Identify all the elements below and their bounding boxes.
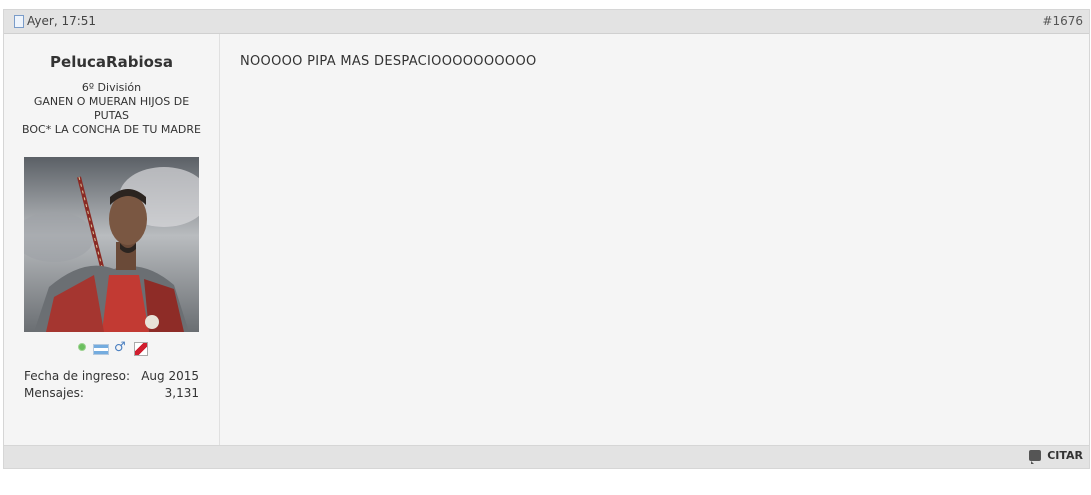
post-footer: CITAR (4, 445, 1089, 468)
user-stats: Fecha de ingreso: Aug 2015 Mensajes: 3,1… (24, 368, 199, 402)
document-icon (14, 14, 24, 28)
post-date: Ayer, 17:51 (14, 14, 96, 28)
post-message: NOOOOO PIPA MAS DESPACIOOOOOOOOOO (240, 54, 537, 69)
post-date-text: Ayer, 17:51 (27, 14, 97, 28)
forum-post: Ayer, 17:51 #1676 PelucaRabiosa 6º Divis… (3, 9, 1090, 469)
user-info-panel: PelucaRabiosa 6º División GANEN O MUERAN… (4, 34, 220, 446)
stat-value: 3,131 (164, 386, 199, 400)
user-title-line: GANEN O MUERAN HIJOS DE PUTAS (33, 95, 190, 122)
avatar[interactable] (24, 157, 199, 332)
online-status-icon (78, 343, 86, 351)
post-header: Ayer, 17:51 #1676 (4, 10, 1089, 34)
stat-label: Fecha de ingreso: (24, 369, 131, 383)
argentina-flag-icon (93, 344, 109, 355)
stat-join-date: Fecha de ingreso: Aug 2015 (24, 368, 199, 385)
stat-value: Aug 2015 (141, 369, 199, 383)
stat-label: Mensajes: (24, 386, 84, 400)
user-title-line: BOC* LA CONCHA DE TU MADRE (22, 123, 201, 136)
stat-posts: Mensajes: 3,131 (24, 385, 199, 402)
quote-icon (1029, 450, 1042, 464)
male-gender-icon: ♂ (114, 340, 126, 355)
quote-label: CITAR (1047, 449, 1083, 462)
user-rank: 6º División (81, 81, 142, 94)
username-link[interactable]: PelucaRabiosa (4, 53, 219, 71)
quote-button[interactable]: CITAR (1029, 449, 1083, 464)
team-badge-icon (134, 342, 148, 356)
post-number-link[interactable]: #1676 (1042, 14, 1083, 28)
user-status-icons: ♂ (74, 340, 154, 357)
user-title: 6º División GANEN O MUERAN HIJOS DE PUTA… (4, 81, 219, 137)
